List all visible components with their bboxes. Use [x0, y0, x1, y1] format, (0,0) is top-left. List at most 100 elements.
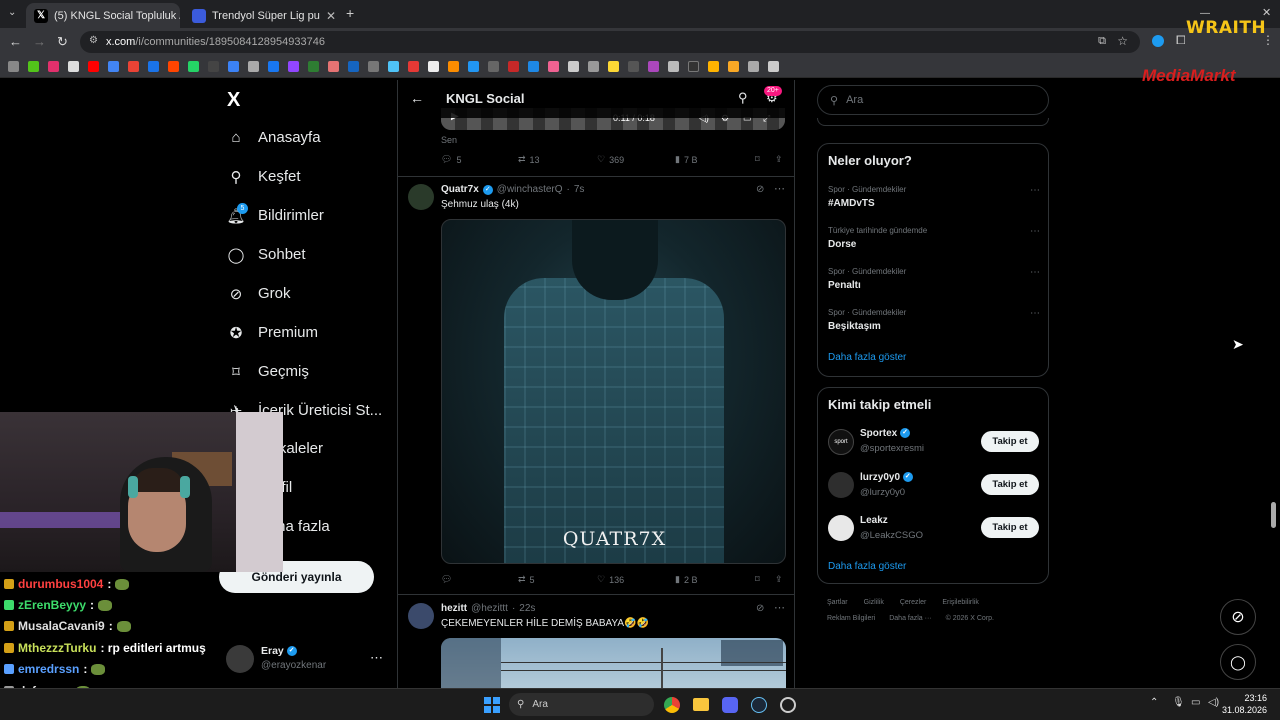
trend-item[interactable]: Spor · Gündemdekiler #AMDvTS ⋯	[828, 185, 1040, 209]
share-button[interactable]: ⇪	[775, 574, 783, 585]
bookmark-icon[interactable]	[48, 61, 59, 72]
bookmark-icon[interactable]	[568, 61, 579, 72]
bookmark-icon[interactable]	[88, 61, 99, 72]
bookmark-icon[interactable]	[308, 61, 319, 72]
discord-taskbar-icon[interactable]	[722, 697, 738, 713]
bookmark-icon[interactable]	[28, 61, 39, 72]
network-icon[interactable]: ▭	[1191, 697, 1200, 708]
back-arrow-icon[interactable]: ←	[410, 90, 424, 106]
nav-premium[interactable]: ✪ Premium	[228, 324, 318, 342]
clock-date[interactable]: 31.08.2026	[1222, 705, 1267, 715]
reply-button[interactable]: 💬︎	[441, 574, 518, 585]
search-input[interactable]: ⚲ Ara	[817, 85, 1049, 115]
bookmark-icon[interactable]	[648, 61, 659, 72]
bookmark-icon[interactable]	[148, 61, 159, 72]
site-info-icon[interactable]: ⚙	[89, 35, 98, 46]
bookmark-icon[interactable]	[348, 61, 359, 72]
chrome-taskbar-icon[interactable]	[664, 697, 680, 713]
grid-icon[interactable]	[768, 61, 779, 72]
repost-button[interactable]: ⇄ 5	[518, 574, 597, 585]
messages-float-button[interactable]: ◯	[1220, 644, 1256, 680]
bookmark-icon[interactable]	[288, 61, 299, 72]
bookmark-icon[interactable]	[168, 61, 179, 72]
trend-more-icon[interactable]: ⋯	[1030, 308, 1040, 319]
post-video[interactable]: QUATR7X	[441, 219, 786, 564]
install-icon[interactable]: ⧉	[1098, 35, 1106, 48]
bookmark-icon[interactable]	[208, 61, 219, 72]
bookmark-icon[interactable]	[588, 61, 599, 72]
bookmark-icon[interactable]	[188, 61, 199, 72]
share-button[interactable]: ⇪	[775, 154, 783, 165]
bookmark-icon[interactable]	[508, 61, 519, 72]
extensions-puzzle-icon[interactable]: ⧠	[1176, 33, 1186, 48]
bookmark-icon[interactable]	[748, 61, 759, 72]
clock-time[interactable]: 23:16	[1229, 693, 1267, 703]
views-button[interactable]: ▮ 2 B	[675, 574, 755, 585]
search-icon[interactable]: ⚲	[738, 90, 748, 106]
bookmark-icon[interactable]	[628, 61, 639, 72]
bookmark-icon[interactable]	[268, 61, 279, 72]
like-button[interactable]: ♡ 136	[597, 574, 675, 585]
follow-button[interactable]: Takip et	[981, 431, 1039, 452]
tab-kngl[interactable]: 𝕏 (5) KNGL Social Topluluk / X ✕	[26, 3, 180, 28]
footer-link[interactable]: Şartlar	[827, 599, 848, 606]
new-tab-icon[interactable]: +	[346, 5, 354, 21]
bookmark-icon[interactable]	[468, 61, 479, 72]
suggestion-name[interactable]: Leakz	[860, 515, 888, 526]
trend-more-icon[interactable]: ⋯	[1030, 185, 1040, 196]
apps-grid-icon[interactable]	[8, 61, 19, 72]
author-handle[interactable]: @winchasterQ	[497, 184, 563, 195]
post-more-icon[interactable]: ⋯	[774, 601, 785, 614]
bookmark-icon[interactable]	[448, 61, 459, 72]
post-more-icon[interactable]: ⋯	[774, 182, 785, 195]
trend-item[interactable]: Spor · Gündemdekiler Penaltı ⋯	[828, 267, 1040, 291]
bookmark-icon[interactable]	[428, 61, 439, 72]
follow-button[interactable]: Takip et	[981, 474, 1039, 495]
bookmark-icon[interactable]	[688, 61, 699, 72]
like-button[interactable]: ♡ 369	[597, 154, 675, 165]
avatar[interactable]: sport	[828, 429, 854, 455]
tray-chevron-icon[interactable]: ⌃	[1150, 697, 1158, 708]
bookmark-icon[interactable]	[388, 61, 399, 72]
repost-button[interactable]: ⇄ 13	[518, 154, 597, 165]
suggestion-name[interactable]: Sportex ✓	[860, 428, 911, 439]
reply-button[interactable]: 💬︎ 5	[441, 154, 518, 165]
suggestion-name[interactable]: lurzy0y0 ✓	[860, 472, 913, 483]
account-more-icon[interactable]: ⋯	[370, 650, 383, 666]
extension-icon[interactable]	[1152, 35, 1164, 47]
tab-list-icon[interactable]: ⌄	[8, 7, 16, 18]
author-name[interactable]: Quatr7x	[441, 184, 479, 195]
steam-taskbar-icon[interactable]	[751, 697, 767, 713]
post-video[interactable]	[441, 638, 786, 688]
trend-more-icon[interactable]: ⋯	[1030, 226, 1040, 237]
nav-chat[interactable]: ◯ Sohbet	[228, 246, 306, 264]
grok-icon[interactable]: ⊘	[756, 184, 764, 195]
close-tab-icon[interactable]: ✕	[326, 9, 336, 23]
tab-trendyol[interactable]: Trendyol Süper Lig puan tablosu ✕	[184, 3, 344, 28]
show-more-follow-link[interactable]: Daha fazla göster	[828, 561, 906, 572]
bookmark-icon[interactable]	[408, 61, 419, 72]
views-button[interactable]: ▮ 7 B	[675, 154, 755, 165]
nav-home[interactable]: ⌂ Anasayfa	[228, 129, 320, 146]
bookmark-icon[interactable]	[368, 61, 379, 72]
bookmark-icon[interactable]	[68, 61, 79, 72]
bookmark-button[interactable]: ⌑	[755, 154, 775, 165]
avatar[interactable]	[408, 184, 434, 210]
nav-notifications[interactable]: 🔔︎ 5 Bildirimler	[226, 202, 324, 225]
account-switcher[interactable]: Eray ✓	[261, 645, 297, 657]
bookmark-icon[interactable]	[248, 61, 259, 72]
forward-icon[interactable]: →	[33, 34, 46, 49]
folder-icon[interactable]	[728, 61, 739, 72]
bookmark-star-icon[interactable]: ☆	[1117, 34, 1128, 48]
account-avatar[interactable]	[226, 645, 254, 673]
volume-icon[interactable]: ◁)	[1208, 697, 1219, 708]
nav-grok[interactable]: ⊘ Grok	[228, 285, 291, 303]
back-icon[interactable]: ←	[9, 34, 22, 49]
grok-float-button[interactable]: ⊘	[1220, 599, 1256, 635]
show-more-trends-link[interactable]: Daha fazla göster	[828, 352, 906, 363]
bookmark-icon[interactable]	[108, 61, 119, 72]
bookmark-icon[interactable]	[328, 61, 339, 72]
footer-link[interactable]: Reklam Bilgileri	[827, 615, 875, 622]
post-time[interactable]: 22s	[519, 603, 535, 614]
footer-link[interactable]: Erişilebilirlik	[942, 599, 979, 606]
